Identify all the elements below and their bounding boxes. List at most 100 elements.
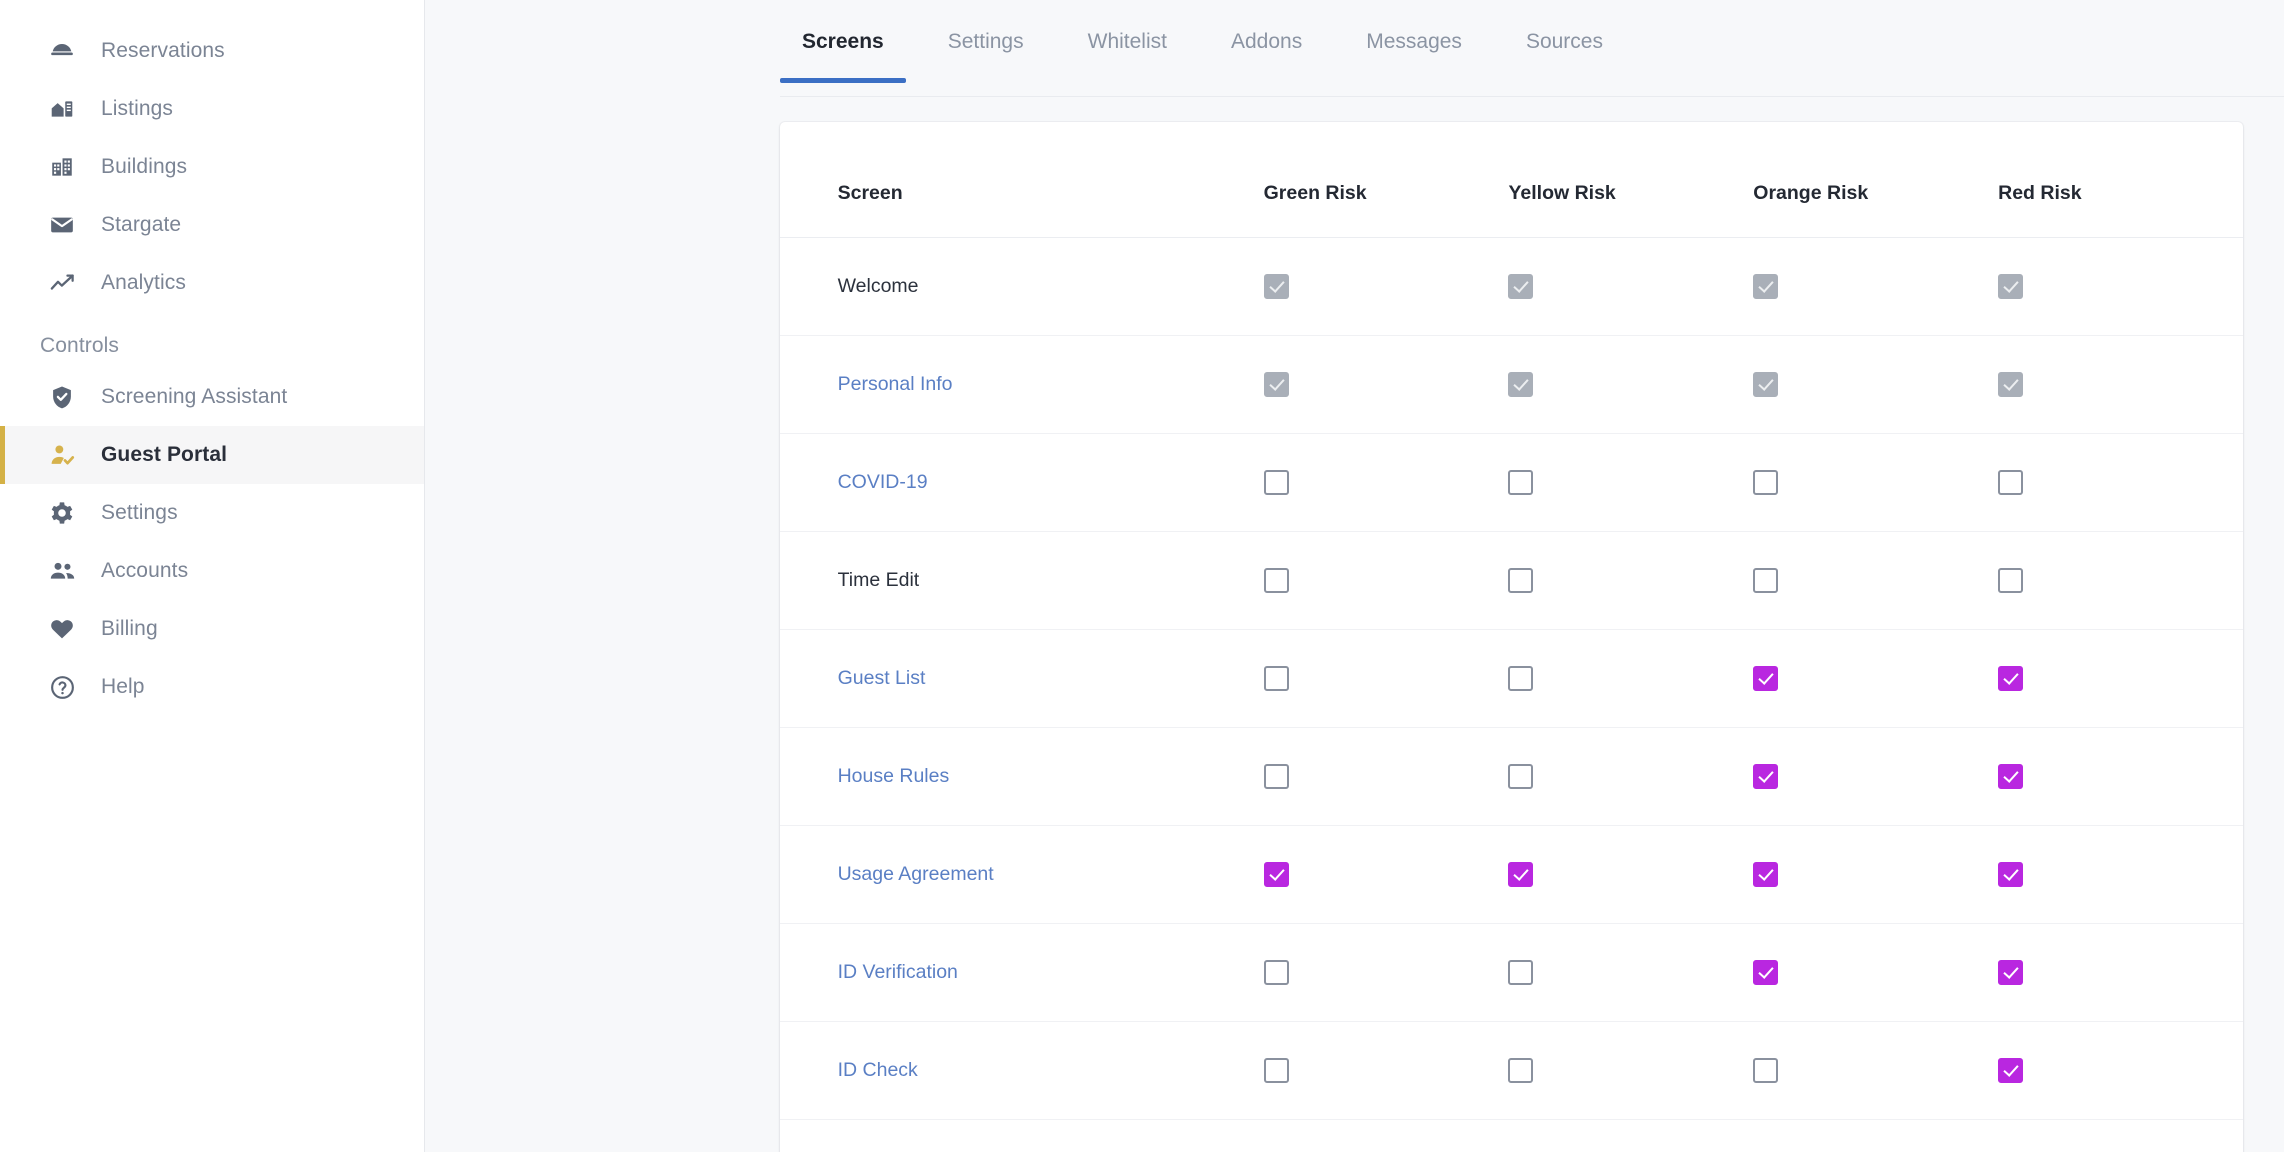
- sidebar-item-analytics[interactable]: Analytics: [0, 254, 424, 312]
- checkbox-orange-risk[interactable]: [1753, 1058, 1778, 1083]
- risk-cell: [1998, 728, 2243, 826]
- sidebar-item-help[interactable]: Help: [0, 658, 424, 716]
- checkbox-red-risk[interactable]: [1998, 1058, 2023, 1083]
- risk-cell: [1508, 630, 1753, 728]
- risk-cell: [1508, 924, 1753, 1022]
- checkbox-red-risk[interactable]: [1998, 960, 2023, 985]
- screen-name-cell: Personal Info: [838, 336, 1264, 434]
- risk-cell: [1508, 532, 1753, 630]
- checkbox-green-risk[interactable]: [1264, 470, 1289, 495]
- screen-link[interactable]: Guest List: [838, 667, 926, 689]
- checkbox-green-risk[interactable]: [1264, 568, 1289, 593]
- main-content: Screens Settings Whitelist Addons Messages So…: [425, 0, 2284, 1152]
- checkbox-orange-risk[interactable]: [1753, 764, 1778, 789]
- risk-cell: [1998, 238, 2243, 336]
- risk-cell: [1998, 826, 2243, 924]
- risk-cell: [1264, 434, 1509, 532]
- tab-screens[interactable]: Screens: [780, 30, 906, 82]
- table-row: House Rules: [780, 728, 2243, 826]
- row-spacer: [780, 1120, 838, 1152]
- screen-link[interactable]: COVID-19: [838, 471, 928, 493]
- checkbox-yellow-risk[interactable]: [1508, 960, 1533, 985]
- checkbox-red-risk[interactable]: [1998, 568, 2023, 593]
- checkbox-green-risk[interactable]: [1264, 764, 1289, 789]
- checkbox-orange-risk: [1753, 274, 1778, 299]
- column-header-yellow-risk: Yellow Risk: [1508, 122, 1753, 238]
- risk-cell: [1508, 238, 1753, 336]
- screen-link[interactable]: Personal Info: [838, 373, 953, 395]
- sidebar-item-listings[interactable]: Listings: [0, 80, 424, 138]
- sidebar-item-billing[interactable]: Billing: [0, 600, 424, 658]
- checkbox-red-risk[interactable]: [1998, 470, 2023, 495]
- checkbox-yellow-risk[interactable]: [1508, 1058, 1533, 1083]
- checkbox-orange-risk[interactable]: [1753, 666, 1778, 691]
- screen-link[interactable]: ID Verification: [838, 961, 958, 983]
- checkbox-red-risk[interactable]: [1998, 764, 2023, 789]
- risk-cell: [1508, 826, 1753, 924]
- sidebar-item-label: Guest Portal: [101, 443, 227, 467]
- shield-check-icon: [45, 380, 79, 414]
- checkbox-yellow-risk[interactable]: [1508, 470, 1533, 495]
- checkbox-orange-risk[interactable]: [1753, 960, 1778, 985]
- risk-cell: [1508, 434, 1753, 532]
- checkbox-red-risk[interactable]: [1998, 666, 2023, 691]
- risk-cell: [1753, 728, 1998, 826]
- checkbox-yellow-risk[interactable]: [1508, 568, 1533, 593]
- risk-cell: [1264, 728, 1509, 826]
- sidebar-item-guest-portal[interactable]: Guest Portal: [0, 426, 424, 484]
- checkbox-yellow-risk[interactable]: [1508, 862, 1533, 887]
- sidebar: ReservationsListingsBuildingsStargate Ana…: [0, 0, 425, 1152]
- table-row: Usage Agreement: [780, 826, 2243, 924]
- screen-link[interactable]: ID Check: [838, 1059, 918, 1081]
- sidebar-item-label: Analytics: [101, 271, 186, 295]
- checkbox-yellow-risk[interactable]: [1508, 666, 1533, 691]
- envelope-icon: [45, 208, 79, 242]
- risk-cell: [1264, 336, 1509, 434]
- checkbox-yellow-risk[interactable]: [1508, 764, 1533, 789]
- sidebar-item-screening-assistant[interactable]: Screening Assistant: [0, 368, 424, 426]
- table-header-spacer: [780, 122, 838, 238]
- trend-line-icon: [45, 266, 79, 300]
- screen-link[interactable]: House Rules: [838, 765, 950, 787]
- risk-cell: [1264, 924, 1509, 1022]
- column-header-red-risk: Red Risk: [1998, 122, 2243, 238]
- checkbox-green-risk[interactable]: [1264, 960, 1289, 985]
- tab-addons[interactable]: Addons: [1209, 30, 1324, 82]
- checkbox-green-risk[interactable]: [1264, 862, 1289, 887]
- risk-cell: [1508, 1120, 1753, 1152]
- sidebar-item-reservations[interactable]: Reservations: [0, 22, 424, 80]
- column-header-orange-risk: Orange Risk: [1753, 122, 1998, 238]
- sidebar-item-label: Screening Assistant: [101, 385, 287, 409]
- screen-link[interactable]: Usage Agreement: [838, 863, 994, 885]
- sidebar-item-buildings[interactable]: Buildings: [0, 138, 424, 196]
- risk-cell: [1998, 630, 2243, 728]
- risk-cell: [1753, 434, 1998, 532]
- table-row: Welcome: [780, 238, 2243, 336]
- tab-sources[interactable]: Sources: [1504, 30, 1625, 82]
- risk-cell: [1998, 1022, 2243, 1120]
- sidebar-item-stargate[interactable]: Stargate: [0, 196, 424, 254]
- checkbox-green-risk[interactable]: [1264, 1058, 1289, 1083]
- tab-settings[interactable]: Settings: [926, 30, 1046, 82]
- person-check-icon: [45, 438, 79, 472]
- risk-cell: [1508, 336, 1753, 434]
- risk-cell: [1508, 1022, 1753, 1120]
- tab-messages[interactable]: Messages: [1344, 30, 1484, 82]
- sidebar-item-accounts[interactable]: Accounts: [0, 542, 424, 600]
- risk-cell: [1998, 532, 2243, 630]
- risk-cell: [1264, 1120, 1509, 1152]
- sidebar-item-settings[interactable]: Settings: [0, 484, 424, 542]
- checkbox-orange-risk[interactable]: [1753, 568, 1778, 593]
- checkbox-green-risk[interactable]: [1264, 666, 1289, 691]
- tab-bar: Screens Settings Whitelist Addons Messages So…: [780, 0, 2284, 97]
- checkbox-orange-risk[interactable]: [1753, 470, 1778, 495]
- table-row: ID Check: [780, 1022, 2243, 1120]
- risk-cell: [1264, 532, 1509, 630]
- risk-cell: [1753, 826, 1998, 924]
- checkbox-orange-risk[interactable]: [1753, 862, 1778, 887]
- home-listing-icon: [45, 92, 79, 126]
- checkbox-red-risk[interactable]: [1998, 862, 2023, 887]
- risk-cell: [1998, 336, 2243, 434]
- tab-whitelist[interactable]: Whitelist: [1066, 30, 1189, 82]
- screen-name-cell: House Rules: [838, 728, 1264, 826]
